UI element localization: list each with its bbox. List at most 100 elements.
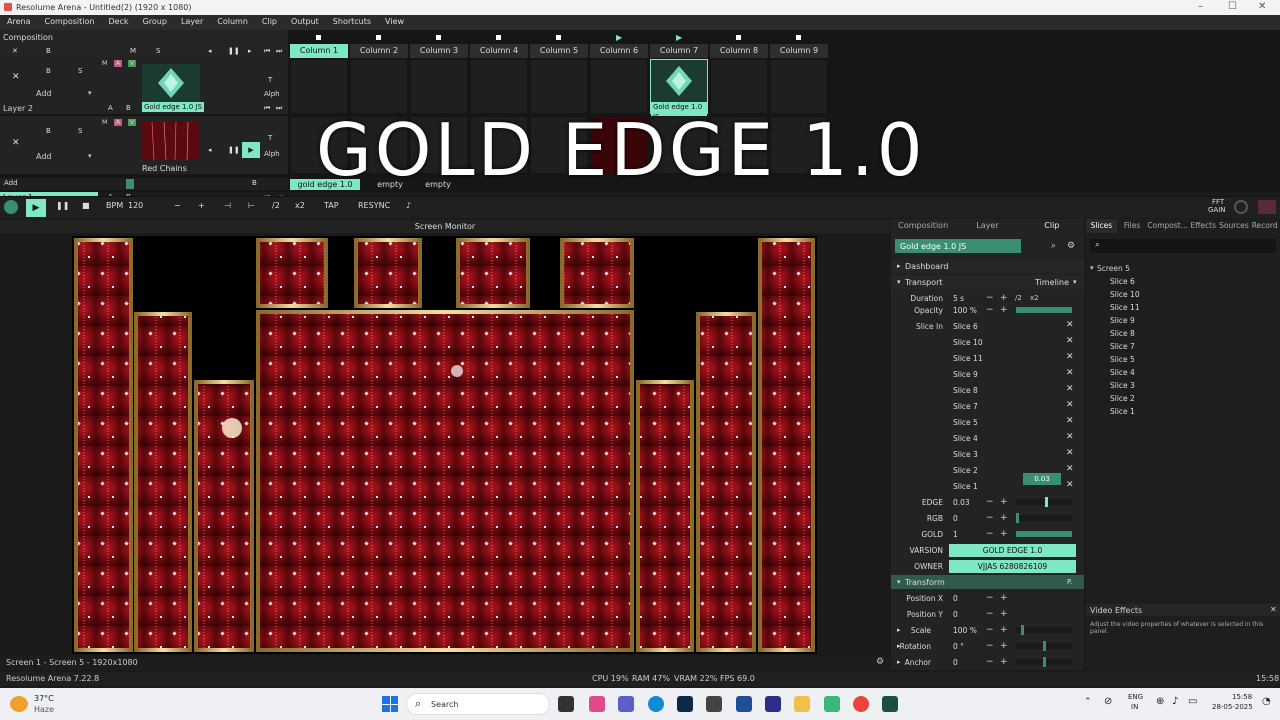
layer-1-clip-thumbnail[interactable] (142, 121, 200, 161)
transport-header[interactable]: ▾ Transport Timeline ▾ (891, 275, 1084, 289)
duration-value[interactable]: 5 s (953, 294, 964, 303)
slice-tree-item[interactable]: Slice 10 (1110, 290, 1140, 299)
task-view-icon[interactable] (558, 696, 574, 712)
plus-icon[interactable]: + (1000, 513, 1008, 523)
position-y-value[interactable]: 0 (953, 610, 958, 619)
tab-compositions[interactable]: Compost... (1147, 219, 1187, 233)
close-icon[interactable]: ✕ (1258, 1, 1266, 12)
slice-tree-item[interactable]: Slice 9 (1110, 316, 1135, 325)
scale-slider-handle[interactable] (1021, 625, 1024, 635)
slice-tree-item[interactable]: Slice 11 (1110, 303, 1140, 312)
slice-in-row[interactable]: Slice 8 ✕ (891, 382, 1084, 398)
bpm-decrease-icon[interactable]: − (174, 201, 181, 210)
slice-in-row[interactable]: Slice 11 ✕ (891, 350, 1084, 366)
layer-mute-button[interactable]: M (102, 60, 107, 67)
layer-alpha-button[interactable]: Alph (264, 90, 280, 98)
minus-icon[interactable]: − (986, 641, 994, 651)
chevron-down-icon[interactable]: ▾ (88, 152, 92, 160)
layer-transition-button[interactable]: T (268, 134, 272, 142)
slice-in-row[interactable]: Slice 4 ✕ (891, 430, 1084, 446)
remove-slice-icon[interactable]: ✕ (1066, 480, 1074, 490)
layer-transition-button[interactable]: T (268, 76, 272, 84)
minimize-icon[interactable]: – (1198, 1, 1203, 12)
slice-tree-item[interactable]: Slice 2 (1110, 394, 1135, 403)
clip-slot[interactable] (710, 59, 768, 114)
slice-in-row[interactable]: Slice 9 ✕ (891, 366, 1084, 382)
minus-icon[interactable]: − (986, 293, 994, 303)
tab-sources[interactable]: Sources (1219, 219, 1250, 233)
slice-tree-item[interactable]: Slice 4 (1110, 368, 1135, 377)
clip-slot[interactable] (470, 59, 528, 114)
network-off-icon[interactable]: ⊘ (1104, 696, 1112, 707)
taskbar-search-box[interactable]: ⌕ Search (406, 693, 550, 715)
opacity-value[interactable]: 100 % (953, 306, 977, 315)
slice-tree-item[interactable]: Slice 6 (1110, 277, 1135, 286)
duration-double-button[interactable]: x2 (1030, 294, 1039, 302)
clip-slot[interactable] (530, 59, 588, 114)
plus-icon[interactable]: + (1000, 625, 1008, 635)
tab-layer[interactable]: Layer (955, 219, 1019, 233)
owner-field[interactable]: VJJAS 6280826109 (949, 560, 1076, 573)
tab-effects[interactable]: Effects (1188, 219, 1219, 233)
minus-icon[interactable]: − (986, 513, 994, 523)
skip-back-icon[interactable]: ⏮ (264, 104, 270, 113)
skip-back-icon[interactable]: ⏮ (264, 47, 270, 56)
menu-composition[interactable]: Composition (37, 15, 101, 30)
search-icon[interactable]: ⌕ (1051, 241, 1056, 251)
menu-group[interactable]: Group (136, 15, 174, 30)
file-explorer-icon[interactable] (794, 696, 810, 712)
column-8-header[interactable]: Column 8 (710, 44, 768, 58)
metronome-toggle-icon[interactable]: ♪ (406, 201, 411, 210)
rgb-slider-handle[interactable] (1016, 513, 1019, 523)
rotation-value[interactable]: 0 ° (953, 642, 964, 651)
anchor-value[interactable]: 0 (953, 658, 958, 667)
chrome-icon[interactable] (853, 696, 869, 712)
scale-value[interactable]: 100 % (953, 626, 977, 635)
edge-value[interactable]: 0.03 (953, 498, 970, 507)
layer-alpha-button[interactable]: Alph (264, 150, 280, 158)
plus-icon[interactable]: + (1000, 293, 1008, 303)
layer-2-add-dropdown[interactable]: Add (36, 89, 52, 98)
slice-in-row[interactable]: Slice 6 ✕ (891, 318, 1084, 334)
menu-view[interactable]: View (378, 15, 411, 30)
tab-files[interactable]: Files (1117, 219, 1148, 233)
language-label[interactable]: ENG (1128, 693, 1143, 701)
menu-arena[interactable]: Arena (0, 15, 37, 30)
windows-start-icon[interactable] (382, 696, 398, 712)
menu-shortcuts[interactable]: Shortcuts (326, 15, 378, 30)
play-icon[interactable]: ▶ (242, 142, 260, 158)
layer-clear-icon[interactable]: ✕ (12, 72, 20, 82)
remove-slice-icon[interactable]: ✕ (1066, 352, 1074, 362)
weather-icon[interactable] (10, 696, 28, 712)
skip-forward-icon[interactable]: ⏭ (276, 47, 282, 56)
menu-layer[interactable]: Layer (174, 15, 210, 30)
slice-in-row[interactable]: Slice 5 ✕ (891, 414, 1084, 430)
transform-header[interactable]: ▾ Transform P. (891, 575, 1084, 589)
plus-icon[interactable]: + (1000, 497, 1008, 507)
stop-icon[interactable]: ■ (82, 201, 90, 210)
rgb-slider[interactable] (1016, 515, 1072, 521)
remove-slice-icon[interactable]: ✕ (1066, 336, 1074, 346)
menu-clip[interactable]: Clip (255, 15, 284, 30)
column-1-header[interactable]: Column 1 (290, 44, 348, 58)
column-7-header[interactable]: Column 7 (650, 44, 708, 58)
dashboard-header[interactable]: ▸ Dashboard (891, 259, 1084, 273)
plus-icon[interactable]: + (1000, 593, 1008, 603)
chevron-down-icon[interactable]: ▾ (88, 89, 92, 97)
resync-button[interactable]: RESYNC (358, 201, 390, 210)
chevron-up-icon[interactable]: ⌃ (1084, 697, 1092, 707)
remove-slice-icon[interactable]: ✕ (1066, 320, 1074, 330)
volume-icon[interactable]: ♪ (1172, 696, 1178, 707)
varsion-field[interactable]: GOLD EDGE 1.0 (949, 544, 1076, 557)
clip-slot[interactable] (410, 59, 468, 114)
nudge-back-icon[interactable]: ⊣ (224, 201, 231, 210)
tab-clip[interactable]: Clip (1020, 219, 1084, 233)
mute-button[interactable]: M (130, 47, 136, 55)
duration-half-button[interactable]: /2 (1015, 294, 1022, 302)
slice-in-row[interactable]: Slice 3 ✕ (891, 446, 1084, 462)
clip-slot[interactable] (770, 59, 828, 114)
notification-bell-icon[interactable]: ◔ (1262, 696, 1271, 707)
nudge-forward-icon[interactable]: ⊢ (248, 201, 255, 210)
tab-slices[interactable]: Slices (1086, 219, 1117, 233)
minus-icon[interactable]: − (986, 593, 994, 603)
